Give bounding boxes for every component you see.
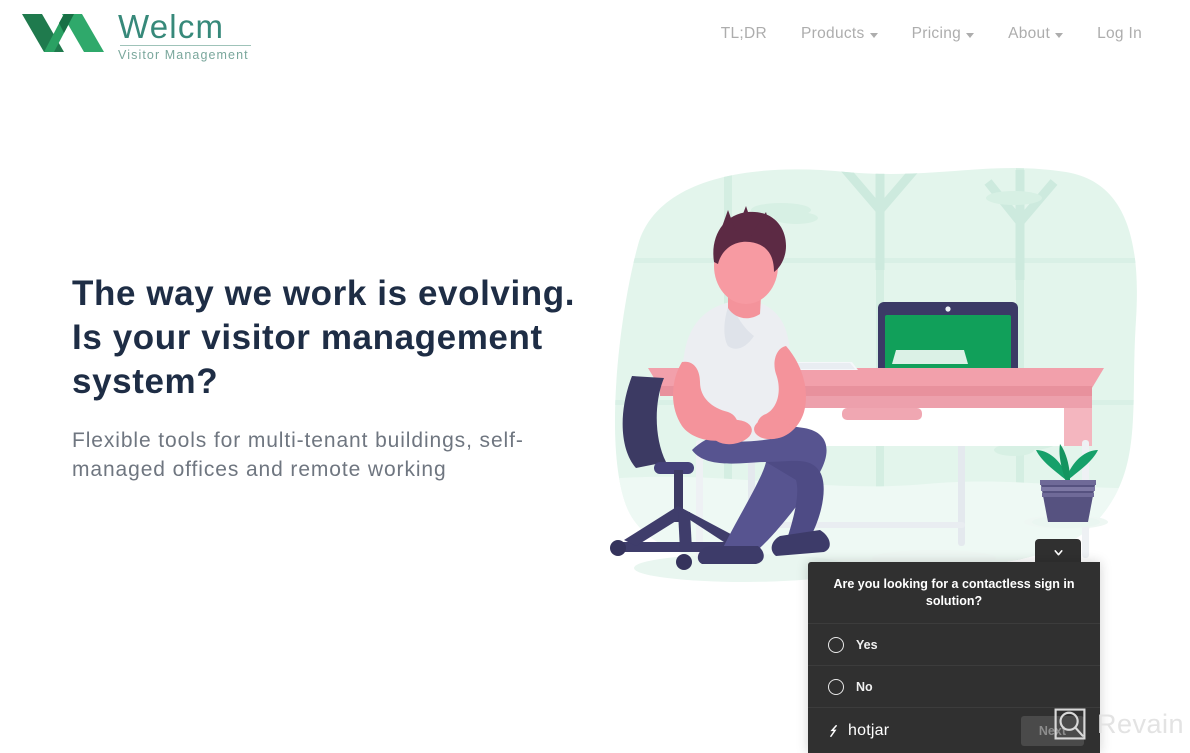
radio-icon[interactable] (828, 678, 844, 695)
survey-option-label: Yes (856, 637, 878, 652)
chevron-down-icon (1055, 33, 1064, 38)
nav-item-label: About (1008, 25, 1051, 42)
hero-copy: The way we work is evolving. Is your vis… (72, 272, 592, 484)
survey-next-button[interactable]: Next (1020, 715, 1084, 746)
nav-item-label: Products (801, 25, 865, 42)
welcm-w-logo-icon (22, 14, 104, 52)
chevron-down-icon (966, 33, 975, 38)
logo-divider (120, 45, 251, 46)
hotjar-branding[interactable]: hotjar (828, 722, 889, 740)
main-navigation: TL;DR Products Pricing About Log In (721, 25, 1150, 43)
brand-logo[interactable]: Welcm Visitor Management (18, 8, 251, 62)
radio-icon[interactable] (828, 636, 844, 653)
hotjar-survey-widget: Are you looking for a contactless sign i… (808, 562, 1100, 753)
page-title: The way we work is evolving. Is your vis… (72, 274, 576, 401)
site-header: Welcm Visitor Management TL;DR Products … (0, 0, 1190, 68)
survey-option-no[interactable]: No (808, 666, 1100, 708)
revain-wordmark: Revain (1097, 708, 1185, 739)
hero-subtitle: Flexible tools for multi-tenant building… (72, 429, 524, 481)
chevron-down-icon (869, 33, 878, 38)
nav-item-products[interactable]: Products (801, 25, 878, 43)
page-root: Welcm Visitor Management TL;DR Products … (0, 0, 1190, 753)
survey-option-label: No (856, 679, 873, 694)
nav-item-tldr[interactable]: TL;DR (721, 25, 767, 43)
brand-logo-text: Welcm Visitor Management (118, 8, 251, 62)
survey-option-yes[interactable]: Yes (808, 624, 1100, 666)
nav-item-pricing[interactable]: Pricing (911, 25, 975, 43)
nav-item-label: Pricing (911, 25, 962, 42)
brand-tagline: Visitor Management (118, 48, 249, 62)
hotjar-wordmark: hotjar (848, 721, 890, 739)
nav-item-label: Log In (1097, 25, 1142, 42)
survey-question: Are you looking for a contactless sign i… (808, 562, 1100, 624)
brand-name: Welcm (118, 8, 225, 45)
nav-item-label: TL;DR (720, 25, 768, 42)
chevron-down-icon (1053, 549, 1063, 555)
survey-footer: hotjar Next (808, 708, 1100, 753)
hotjar-logo-icon (830, 724, 837, 737)
nav-item-login[interactable]: Log In (1097, 25, 1142, 43)
nav-item-about[interactable]: About (1008, 25, 1064, 43)
